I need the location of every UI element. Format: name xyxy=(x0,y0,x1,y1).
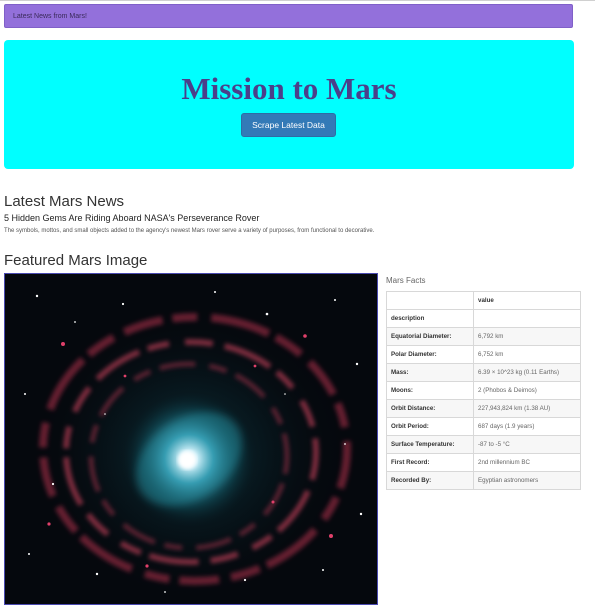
fact-key: Mass: xyxy=(386,363,474,382)
galaxy-image xyxy=(5,274,377,604)
fact-key: Orbit Distance: xyxy=(386,399,474,418)
news-paragraph: The symbols, mottos, and small objects a… xyxy=(4,228,375,234)
facts-label: Mars Facts xyxy=(386,276,426,285)
fact-key: Recorded By: xyxy=(386,471,474,490)
page: Latest News from Mars! Mission to Mars S… xyxy=(0,0,595,605)
fact-value: 6,752 km xyxy=(473,345,581,364)
facts-table: value description Equatorial Diameter: 6,… xyxy=(386,291,581,490)
fact-value: 6.39 × 10^23 kg (0.11 Earths) xyxy=(473,363,581,382)
news-heading: Latest Mars News xyxy=(4,193,125,210)
fact-key: Polar Diameter: xyxy=(386,345,474,364)
table-row: Equatorial Diameter: 6,792 km xyxy=(386,327,581,346)
fact-value: -87 to -5 °C xyxy=(473,435,581,454)
featured-image-heading: Featured Mars Image xyxy=(4,252,148,269)
navbar: Latest News from Mars! xyxy=(4,4,573,28)
fact-value: 227,943,824 km (1.38 AU) xyxy=(473,399,581,418)
table-row: Recorded By: Egyptian astronomers xyxy=(386,471,581,490)
fact-key: First Record: xyxy=(386,453,474,472)
fact-value: Egyptian astronomers xyxy=(473,471,581,490)
table-row: Orbit Period: 687 days (1.9 years) xyxy=(386,417,581,436)
top-divider xyxy=(0,0,595,1)
table-row: Moons: 2 (Phobos & Deimos) xyxy=(386,381,581,400)
fact-value xyxy=(473,309,581,328)
featured-image xyxy=(4,273,378,605)
table-row: Orbit Distance: 227,943,824 km (1.38 AU) xyxy=(386,399,581,418)
fact-key: Surface Temperature: xyxy=(386,435,474,454)
news-title: 5 Hidden Gems Are Riding Aboard NASA's P… xyxy=(4,213,260,223)
fact-value: 6,792 km xyxy=(473,327,581,346)
fact-value: 2 (Phobos & Deimos) xyxy=(473,381,581,400)
table-header-cell xyxy=(386,291,474,310)
fact-key: Moons: xyxy=(386,381,474,400)
navbar-brand[interactable]: Latest News from Mars! xyxy=(13,12,87,21)
table-header-row: value xyxy=(386,291,581,310)
page-title: Mission to Mars xyxy=(181,71,397,106)
fact-key: Orbit Period: xyxy=(386,417,474,436)
scrape-button[interactable]: Scrape Latest Data xyxy=(241,113,336,137)
fact-key: description xyxy=(386,309,474,328)
fact-value: 687 days (1.9 years) xyxy=(473,417,581,436)
table-row: description xyxy=(386,309,581,328)
table-header-cell: value xyxy=(473,291,581,310)
jumbotron: Mission to Mars Scrape Latest Data xyxy=(4,40,574,169)
table-row: First Record: 2nd millennium BC xyxy=(386,453,581,472)
fact-value: 2nd millennium BC xyxy=(473,453,581,472)
table-row: Surface Temperature: -87 to -5 °C xyxy=(386,435,581,454)
table-row: Polar Diameter: 6,752 km xyxy=(386,345,581,364)
table-row: Mass: 6.39 × 10^23 kg (0.11 Earths) xyxy=(386,363,581,382)
fact-key: Equatorial Diameter: xyxy=(386,327,474,346)
